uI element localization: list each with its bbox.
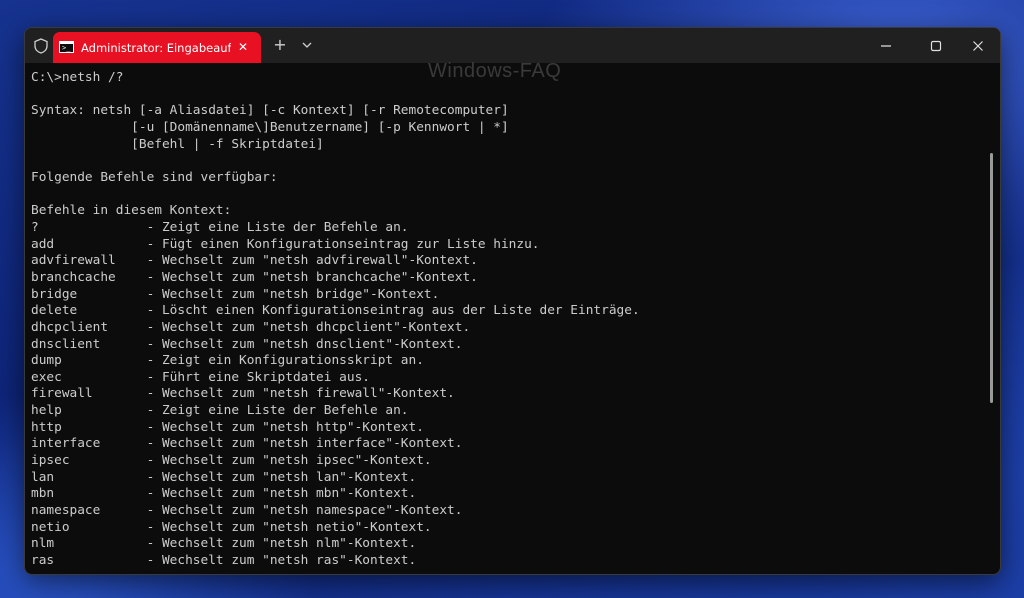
minimize-icon	[881, 44, 891, 47]
terminal-line: interface - Wechselt zum "netsh interfac…	[31, 436, 463, 452]
close-icon[interactable]: ✕	[234, 38, 252, 56]
terminal-line: advfirewall - Wechselt zum "netsh advfir…	[31, 253, 478, 269]
terminal-line: add - Fügt einen Konfigurationseintrag z…	[31, 236, 540, 252]
terminal-line: delete - Löscht einen Konfigurationseint…	[31, 303, 640, 319]
close-window-button[interactable]	[955, 28, 1000, 63]
terminal-line: branchcache - Wechselt zum "netsh branch…	[31, 269, 478, 285]
terminal-line: dhcpclient - Wechselt zum "netsh dhcpcli…	[31, 319, 471, 335]
terminal-line: ipsec - Wechselt zum "netsh ipsec"-Konte…	[31, 453, 432, 469]
terminal-line: Folgende Befehle sind verfügbar:	[31, 169, 278, 185]
tab-title: Administrator: Eingabeauffor	[81, 41, 231, 55]
terminal-line: Syntax: netsh [-a Aliasdatei] [-c Kontex…	[31, 103, 509, 119]
terminal-line: lan - Wechselt zum "netsh lan"-Kontext.	[31, 469, 417, 485]
console-icon: >_	[59, 41, 74, 53]
terminal-line: dump - Zeigt ein Konfigurationsskript an…	[31, 353, 424, 369]
chevron-down-icon[interactable]	[299, 36, 315, 54]
close-window-icon	[973, 40, 983, 51]
terminal-line: [-u [Domänenname\]Benutzername] [-p Kenn…	[31, 119, 509, 135]
terminal-line: C:\>netsh /?	[31, 70, 124, 85]
terminal-line: mbn - Wechselt zum "netsh mbn"-Kontext.	[31, 486, 417, 502]
terminal-line: firewall - Wechselt zum "netsh firewall"…	[31, 386, 455, 402]
terminal-line: Befehle in diesem Kontext:	[31, 203, 232, 219]
tab-administrator-console[interactable]: >_ Administrator: Eingabeauffor ✕	[53, 32, 261, 63]
terminal-line: namespace - Wechselt zum "netsh namespac…	[31, 503, 463, 519]
terminal-output[interactable]: C:\>netsh /? Syntax: netsh [-a Aliasdate…	[31, 70, 981, 570]
scrollbar-thumb[interactable]	[990, 153, 993, 403]
terminal-line: exec - Führt eine Skriptdatei aus.	[31, 369, 370, 385]
maximize-button[interactable]	[913, 28, 959, 63]
terminal-line: [Befehl | -f Skriptdatei]	[31, 136, 324, 152]
maximize-icon	[930, 40, 942, 51]
minimize-button[interactable]	[863, 28, 909, 63]
shield-icon	[33, 37, 49, 54]
terminal-line: bridge - Wechselt zum "netsh bridge"-Kon…	[31, 286, 440, 302]
terminal-line: nlm - Wechselt zum "netsh nlm"-Kontext.	[31, 536, 417, 552]
terminal-line: dnsclient - Wechselt zum "netsh dnsclien…	[31, 336, 463, 352]
terminal-line: netio - Wechselt zum "netsh netio"-Konte…	[31, 519, 432, 535]
title-bar[interactable]: >_ Administrator: Eingabeauffor ✕ +	[25, 28, 1000, 63]
terminal-window: >_ Administrator: Eingabeauffor ✕ + Wind…	[24, 27, 1001, 575]
new-tab-button[interactable]: +	[271, 36, 289, 54]
terminal-line: ras - Wechselt zum "netsh ras"-Kontext.	[31, 553, 417, 569]
terminal-line: ? - Zeigt eine Liste der Befehle an.	[31, 219, 409, 235]
terminal-line: help - Zeigt eine Liste der Befehle an.	[31, 403, 409, 419]
terminal-line: http - Wechselt zum "netsh http"-Kontext…	[31, 419, 424, 435]
